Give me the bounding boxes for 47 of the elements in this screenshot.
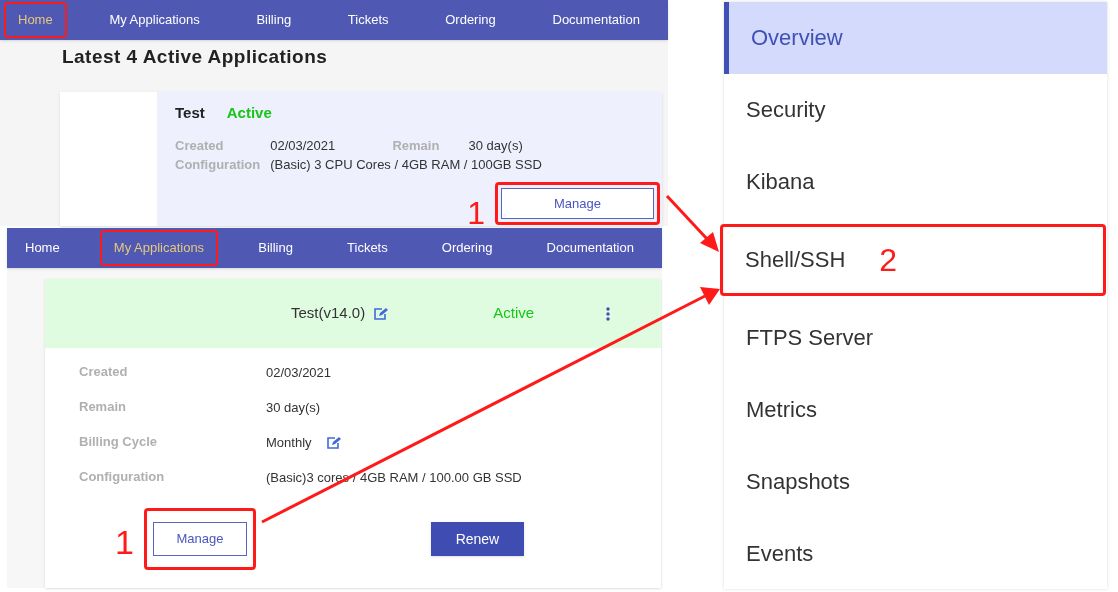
field-value: Monthly <box>266 433 312 452</box>
status-label: Active <box>493 303 535 324</box>
manage-button[interactable]: Manage <box>152 522 247 556</box>
field-value: (Basic) 3 CPU Cores / 4GB RAM / 100GB SSD <box>270 156 542 174</box>
field-label: Created <box>79 363 129 381</box>
menu-item[interactable]: Metrics <box>724 373 1107 446</box>
field-value: 02/03/2021 <box>266 363 332 382</box>
nav-tab[interactable]: Billing <box>244 230 307 266</box>
field-label: Configuration <box>175 156 261 174</box>
menu-item[interactable]: Overview <box>724 2 1107 74</box>
nav-tab[interactable]: My Applications <box>99 230 219 266</box>
field-value: 30 day(s) <box>468 137 524 155</box>
menu-item[interactable]: Snapshots <box>724 445 1107 518</box>
page-heading: Latest 4 Active Applications <box>62 45 329 69</box>
step-number: 1 <box>467 197 485 229</box>
field-label: Configuration <box>79 468 166 486</box>
field-label: Created <box>175 137 225 155</box>
nav-tab[interactable]: My Applications <box>95 2 214 38</box>
edit-icon[interactable] <box>373 306 390 321</box>
menu-item[interactable]: Events <box>724 517 1107 589</box>
nav-tab[interactable]: Tickets <box>333 230 402 266</box>
field-label: Billing Cycle <box>79 433 159 451</box>
menu-item[interactable]: Shell/SSH 2 <box>720 223 1106 296</box>
more-options-icon[interactable] <box>606 306 611 321</box>
nav-tab[interactable]: Documentation <box>532 230 648 266</box>
application-name: Test <box>175 102 205 123</box>
field-label: Remain <box>392 137 441 155</box>
step-number: 1 <box>115 525 134 559</box>
menu-item[interactable]: Kibana <box>724 145 1107 218</box>
arrow <box>665 194 719 252</box>
nav-tab[interactable]: Ordering <box>427 230 507 266</box>
menu-item[interactable]: FTPS Server <box>724 301 1107 374</box>
nav-tab[interactable]: Documentation <box>538 2 654 38</box>
nav-tab[interactable]: Billing <box>242 2 306 38</box>
renew-button[interactable]: Renew <box>430 522 524 556</box>
edit-icon[interactable] <box>325 435 342 450</box>
nav-tab[interactable]: Home <box>4 2 67 38</box>
field-value: 02/03/2021 <box>270 137 337 155</box>
application-title: Test(v14.0) <box>291 303 366 324</box>
nav-tab[interactable]: Tickets <box>333 2 403 38</box>
status-label: Active <box>226 102 272 123</box>
menu-item[interactable]: Security <box>724 73 1107 146</box>
nav-tab[interactable]: Home <box>11 230 74 266</box>
field-value: 30 day(s) <box>266 398 321 417</box>
nav-tab[interactable]: Ordering <box>431 2 510 38</box>
manage-button[interactable]: Manage <box>501 188 654 219</box>
field-label: Remain <box>79 398 127 416</box>
